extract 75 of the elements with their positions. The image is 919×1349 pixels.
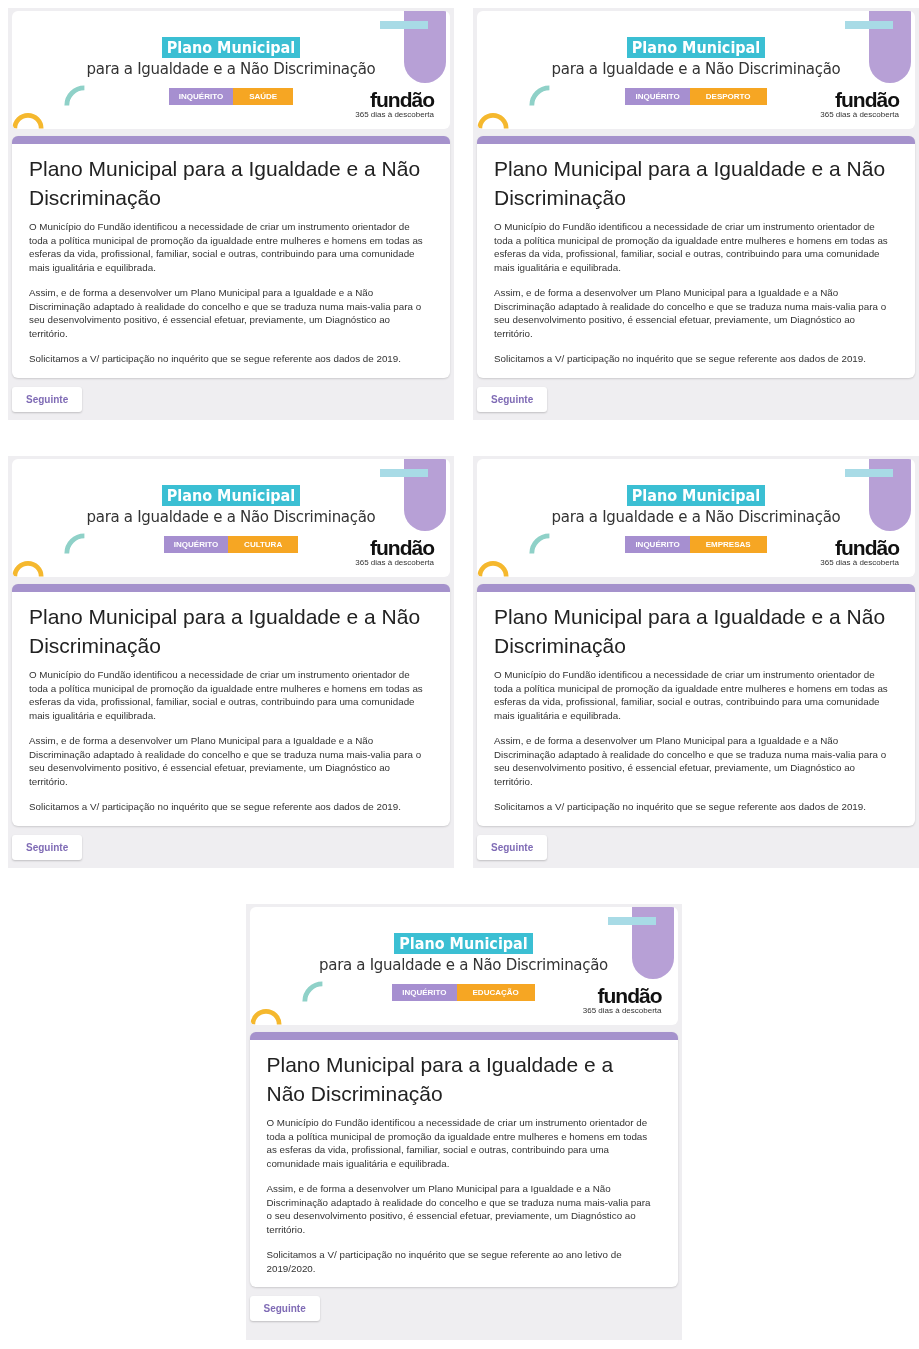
- bar-shape-icon: [380, 469, 428, 477]
- banner-title: Plano Municipal: [161, 37, 301, 58]
- form-title: Plano Municipal para a Igualdade e a Não Discriminação: [29, 604, 422, 659]
- description-paragraph: O Município do Fundão identificou a necessidade de criar um instrumento orientador de toda a política municipal de promoção da igualdade entre mulheres e homens em todas as esferas da vida, profissional, familiar, social e outras, contribuindo para uma comunidade mais igualitária e equilibrada.: [266, 1116, 649, 1170]
- description-paragraph: Solicitamos a V/ participação no inquérito que se segue referente aos dados de 2019.: [494, 800, 867, 814]
- logo-text: fundão: [835, 90, 899, 110]
- arc-icon: [62, 531, 86, 555]
- description-paragraph: Solicitamos a V/ participação no inquérito que se segue referente aos dados de 2019.: [29, 800, 402, 814]
- bar-shape-icon: [380, 21, 428, 29]
- arch-shape-icon: [404, 459, 446, 531]
- ring-icon: [12, 559, 44, 577]
- logo-tagline: 365 dias à descoberta: [582, 1006, 662, 1015]
- arch-shape-icon: [631, 907, 674, 979]
- logo-text: fundão: [370, 538, 434, 558]
- ring-icon: [477, 559, 509, 577]
- survey-tag: INQUÉRITO: [163, 536, 229, 553]
- category-tag: DESPORTO: [689, 88, 767, 105]
- arc-icon: [527, 531, 551, 555]
- arc-icon: [299, 979, 324, 1003]
- banner-subtitle: para a Igualdade e a Não Discriminação: [551, 508, 841, 526]
- logo-tagline: 365 dias à descoberta: [820, 110, 899, 119]
- banner-subtitle: para a Igualdade e a Não Discriminação: [86, 508, 376, 526]
- banner-title: Plano Municipal: [626, 485, 766, 506]
- form-title: Plano Municipal para a Igualdade e a Não Discriminação: [266, 1052, 615, 1107]
- next-button[interactable]: Seguinte: [12, 834, 83, 860]
- survey-tag: INQUÉRITO: [392, 984, 457, 1001]
- next-button[interactable]: Seguinte: [12, 386, 83, 412]
- logo-text: fundão: [370, 90, 434, 110]
- arch-shape-icon: [869, 459, 911, 531]
- survey-tag: INQUÉRITO: [168, 88, 234, 105]
- arch-shape-icon: [869, 11, 911, 83]
- bar-shape-icon: [845, 469, 893, 477]
- next-button[interactable]: Seguinte: [477, 386, 548, 412]
- description-paragraph: O Município do Fundão identificou a necessidade de criar um instrumento orientador de toda a política municipal de promoção da igualdade entre mulheres e homens em todas as esferas da vida, profissional, familiar, social e outras, contribuindo para uma comunidade mais igualitária e equilibrada.: [29, 668, 424, 722]
- category-tag: EMPRESAS: [689, 536, 767, 553]
- banner-title: Plano Municipal: [161, 485, 301, 506]
- logo-tagline: 365 dias à descoberta: [820, 558, 899, 567]
- banner-subtitle: para a Igualdade e a Não Discriminação: [86, 60, 376, 78]
- form-title: Plano Municipal para a Igualdade e a Não Discriminação: [29, 156, 422, 211]
- arc-icon: [527, 83, 551, 107]
- arch-shape-icon: [404, 11, 446, 83]
- bar-shape-icon: [845, 21, 893, 29]
- description-paragraph: Solicitamos a V/ participação no inquérito que se segue referente aos dados de 2019.: [494, 352, 867, 366]
- logo-text: fundão: [835, 538, 899, 558]
- logo-text: fundão: [597, 986, 662, 1006]
- description-paragraph: Assim, e de forma a desenvolver um Plano Municipal para a Igualdade e a Não Discriminação adaptado à realidade do concelho e que se traduza numa mais-valia para o seu desenvolvimento positivo, é essencial efetuar, previamente, um Diagnóstico ao território.: [29, 734, 423, 788]
- arc-icon: [62, 83, 86, 107]
- banner-subtitle: para a Igualdade e a Não Discriminação: [319, 956, 608, 974]
- logo-tagline: 365 dias à descoberta: [355, 558, 434, 567]
- ring-icon: [477, 111, 509, 129]
- description-paragraph: Assim, e de forma a desenvolver um Plano Municipal para a Igualdade e a Não Discriminação adaptado à realidade do concelho e que se traduza numa mais-valia para o seu desenvolvimento positivo, é essencial efetuar, previamente, um Diagnóstico ao território.: [494, 286, 888, 340]
- next-button[interactable]: Seguinte: [249, 1296, 320, 1321]
- category-tag: CULTURA: [228, 536, 299, 553]
- next-button[interactable]: Seguinte: [477, 834, 548, 860]
- logo-tagline: 365 dias à descoberta: [355, 110, 434, 119]
- category-tag: EDUCAÇÃO: [456, 984, 535, 1001]
- description-paragraph: Assim, e de forma a desenvolver um Plano Municipal para a Igualdade e a Não Discriminação adaptado à realidade do concelho e que se traduza numa mais-valia para o seu desenvolvimento positivo, é essencial efetuar, previamente, um Diagnóstico ao território.: [266, 1182, 652, 1236]
- description-paragraph: O Município do Fundão identificou a necessidade de criar um instrumento orientador de toda a política municipal de promoção da igualdade entre mulheres e homens em todas as esferas da vida, profissional, familiar, social e outras, contribuindo para uma comunidade mais igualitária e equilibrada.: [494, 220, 889, 274]
- banner-title: Plano Municipal: [394, 933, 533, 954]
- description-paragraph: Solicitamos a V/ participação no inquérito que se segue referente aos dados de 2019.: [29, 352, 402, 366]
- ring-icon: [12, 111, 44, 129]
- description-paragraph: Assim, e de forma a desenvolver um Plano Municipal para a Igualdade e a Não Discriminação adaptado à realidade do concelho e que se traduza numa mais-valia para o seu desenvolvimento positivo, é essencial efetuar, previamente, um Diagnóstico ao território.: [29, 286, 423, 340]
- bar-shape-icon: [607, 917, 656, 925]
- description-paragraph: Assim, e de forma a desenvolver um Plano Municipal para a Igualdade e a Não Discriminação adaptado à realidade do concelho e que se traduza numa mais-valia para o seu desenvolvimento positivo, é essencial efetuar, previamente, um Diagnóstico ao território.: [494, 734, 888, 788]
- banner-title: Plano Municipal: [626, 37, 766, 58]
- form-title: Plano Municipal para a Igualdade e a Não Discriminação: [494, 604, 887, 659]
- description-paragraph: Solicitamos a V/ participação no inquérito que se segue referente ao ano letivo de 2019/2020.: [266, 1248, 623, 1275]
- form-title: Plano Municipal para a Igualdade e a Não Discriminação: [494, 156, 887, 211]
- ring-icon: [249, 1007, 282, 1025]
- category-tag: SAÚDE: [233, 88, 294, 105]
- banner-subtitle: para a Igualdade e a Não Discriminação: [551, 60, 841, 78]
- description-paragraph: O Município do Fundão identificou a necessidade de criar um instrumento orientador de toda a política municipal de promoção da igualdade entre mulheres e homens em todas as esferas da vida, profissional, familiar, social e outras, contribuindo para uma comunidade mais igualitária e equilibrada.: [29, 220, 424, 274]
- description-paragraph: O Município do Fundão identificou a necessidade de criar um instrumento orientador de toda a política municipal de promoção da igualdade entre mulheres e homens em todas as esferas da vida, profissional, familiar, social e outras, contribuindo para uma comunidade mais igualitária e equilibrada.: [494, 668, 889, 722]
- survey-tag: INQUÉRITO: [625, 88, 690, 105]
- survey-tag: INQUÉRITO: [625, 536, 690, 553]
